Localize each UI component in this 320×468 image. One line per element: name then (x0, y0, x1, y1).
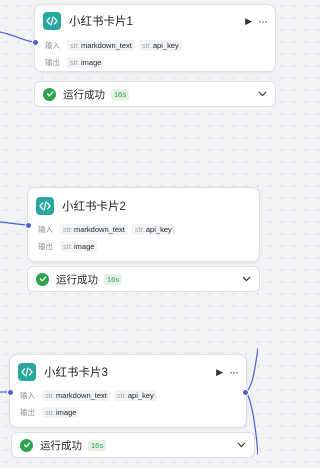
param-tag: str. markdown_text (67, 40, 135, 51)
output-port[interactable] (242, 389, 249, 396)
edge-out-node-3 (245, 347, 258, 393)
status-text: 运行成功 (40, 439, 82, 452)
success-check-icon (43, 87, 56, 101)
node-inputs-row: 输入 str. markdown_text str. api_key (28, 221, 259, 238)
param-tag: str. api_key (131, 224, 175, 235)
more-options-icon[interactable]: ··· (258, 14, 268, 28)
code-icon (43, 12, 61, 30)
param-tag: str. image (42, 407, 80, 418)
chevron-down-icon[interactable] (258, 91, 267, 97)
inputs-label: 输入 (20, 391, 35, 400)
param-tag: str. markdown_text (60, 224, 128, 235)
input-port[interactable] (32, 39, 39, 46)
duration-badge: 16s (111, 88, 130, 100)
run-status-bar[interactable]: 运行成功 16s (27, 266, 260, 292)
param-tag: str. api_key (138, 40, 182, 51)
duration-badge: 16s (88, 439, 107, 451)
run-status-bar[interactable]: 运行成功 16s (11, 432, 255, 458)
input-port[interactable] (25, 222, 32, 229)
param-tag: str. image (60, 241, 98, 252)
node-header: 小红书卡片3 ▶ ··· (10, 355, 246, 384)
more-options-icon[interactable]: ··· (229, 365, 239, 379)
param-tag: str. image (67, 57, 105, 68)
status-text: 运行成功 (63, 88, 105, 101)
duration-badge: 16s (104, 273, 123, 285)
param-tag: str. markdown_text (42, 390, 110, 401)
outputs-label: 输出 (20, 408, 35, 417)
status-text: 运行成功 (56, 273, 98, 286)
run-icon[interactable]: ▶ (216, 367, 223, 378)
node-title: 小红书卡片1 (69, 16, 133, 28)
outputs-label: 输出 (45, 58, 60, 67)
node-outputs-row: 输出 str. image (28, 238, 259, 255)
run-icon[interactable]: ▶ (245, 16, 252, 27)
workflow-node-3[interactable]: 小红书卡片3 ▶ ··· 输入 str. markdown_text str. ap… (9, 354, 247, 428)
node-outputs-row: 输出 str. image (10, 404, 246, 421)
node-inputs-row: 输入 str. markdown_text str. api_key (10, 387, 246, 404)
chevron-down-icon[interactable] (237, 442, 246, 448)
input-port[interactable] (7, 389, 14, 396)
run-status-bar[interactable]: 运行成功 16s (34, 81, 276, 107)
success-check-icon (36, 272, 49, 286)
success-check-icon (20, 438, 33, 452)
outputs-label: 输出 (38, 242, 53, 251)
node-outputs-row: 输出 str. image (35, 54, 275, 71)
chevron-down-icon[interactable] (242, 276, 251, 282)
code-icon (18, 363, 36, 381)
node-header: 小红书卡片2 (28, 188, 259, 218)
param-tag: str. api_key (113, 390, 157, 401)
node-title: 小红书卡片3 (44, 367, 108, 379)
inputs-label: 输入 (38, 225, 53, 234)
workflow-node-1[interactable]: 小红书卡片1 ▶ ··· 输入 str. markdown_text str. ap… (34, 4, 276, 72)
node-header: 小红书卡片1 ▶ ··· (35, 5, 275, 33)
inputs-label: 输入 (45, 41, 60, 50)
node-title: 小红书卡片2 (62, 201, 126, 213)
node-inputs-row: 输入 str. markdown_text str. api_key (35, 37, 275, 54)
workflow-node-2[interactable]: 小红书卡片2 输入 str. markdown_text str. api_key … (27, 187, 260, 262)
code-icon (36, 197, 54, 215)
